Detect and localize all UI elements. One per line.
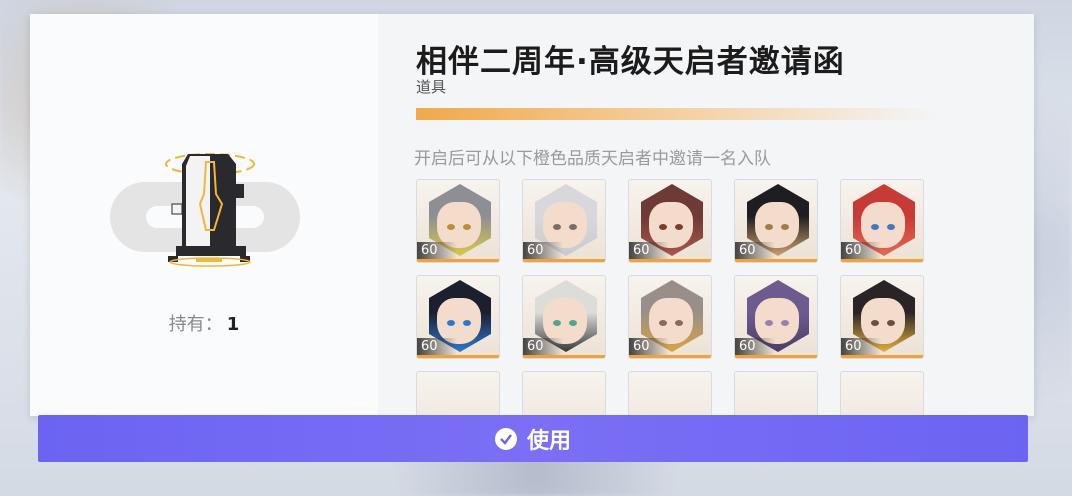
character-card[interactable]: 60 xyxy=(734,275,818,359)
owned-count: 持有： 1 xyxy=(30,310,378,336)
character-eye xyxy=(871,224,879,230)
character-level: 60 xyxy=(735,242,775,259)
use-button-label: 使用 xyxy=(526,428,571,454)
character-eye xyxy=(781,320,789,326)
character-card[interactable]: 60 xyxy=(628,179,712,263)
character-eye xyxy=(463,224,471,230)
character-level: 60 xyxy=(735,338,775,355)
character-level: 60 xyxy=(417,338,457,355)
rarity-bar xyxy=(416,108,936,120)
item-title: 相伴二周年·高级天启者邀请函 xyxy=(416,44,845,80)
character-grid: 60 60 60 60 60 60 60 60 60 60 xyxy=(416,179,936,416)
character-card[interactable] xyxy=(840,371,924,416)
item-info-area: 相伴二周年·高级天启者邀请函 道具 开启后可从以下橙色品质天启者中邀请一名入队 … xyxy=(378,14,1034,416)
character-level: 60 xyxy=(523,242,563,259)
character-card[interactable] xyxy=(416,371,500,416)
character-eye xyxy=(659,320,667,326)
character-eye xyxy=(675,320,683,326)
character-eye xyxy=(887,224,895,230)
owned-number: 1 xyxy=(226,314,240,335)
character-level: 60 xyxy=(417,242,457,259)
character-card[interactable]: 60 xyxy=(416,275,500,359)
item-description: 开启后可从以下橙色品质天启者中邀请一名入队 xyxy=(414,149,771,169)
character-level: 60 xyxy=(841,242,881,259)
check-circle-icon xyxy=(494,427,517,450)
character-eye xyxy=(781,224,789,230)
character-level: 60 xyxy=(629,242,669,259)
item-detail-panel: 持有： 1 相伴二周年·高级天启者邀请函 道具 开启后可从以下橙色品质天启者中邀请… xyxy=(30,14,1034,416)
character-card[interactable] xyxy=(628,371,712,416)
character-eye xyxy=(569,320,577,326)
character-card[interactable]: 60 xyxy=(416,179,500,263)
character-eye xyxy=(553,320,561,326)
character-level: 60 xyxy=(629,338,669,355)
character-eye xyxy=(765,224,773,230)
character-card[interactable] xyxy=(734,371,818,416)
character-eye xyxy=(675,224,683,230)
character-eye xyxy=(887,320,895,326)
owned-label: 持有： xyxy=(168,314,223,335)
character-card[interactable]: 60 xyxy=(734,179,818,263)
item-type: 道具 xyxy=(416,78,447,96)
character-eye xyxy=(871,320,879,326)
character-card[interactable]: 60 xyxy=(522,179,606,263)
use-button[interactable]: 使用 xyxy=(38,415,1028,462)
character-eye xyxy=(553,224,561,230)
character-eye xyxy=(659,224,667,230)
character-eye xyxy=(447,320,455,326)
character-card[interactable]: 60 xyxy=(628,275,712,359)
character-card[interactable]: 60 xyxy=(840,275,924,359)
character-card[interactable]: 60 xyxy=(840,179,924,263)
character-eye xyxy=(447,224,455,230)
character-level: 60 xyxy=(523,338,563,355)
item-preview-area: 持有： 1 xyxy=(30,14,378,416)
character-card[interactable]: 60 xyxy=(522,275,606,359)
character-level: 60 xyxy=(841,338,881,355)
character-eye xyxy=(765,320,773,326)
character-eye xyxy=(463,320,471,326)
character-eye xyxy=(569,224,577,230)
character-card[interactable] xyxy=(522,371,606,416)
invitation-item-icon xyxy=(110,153,300,267)
